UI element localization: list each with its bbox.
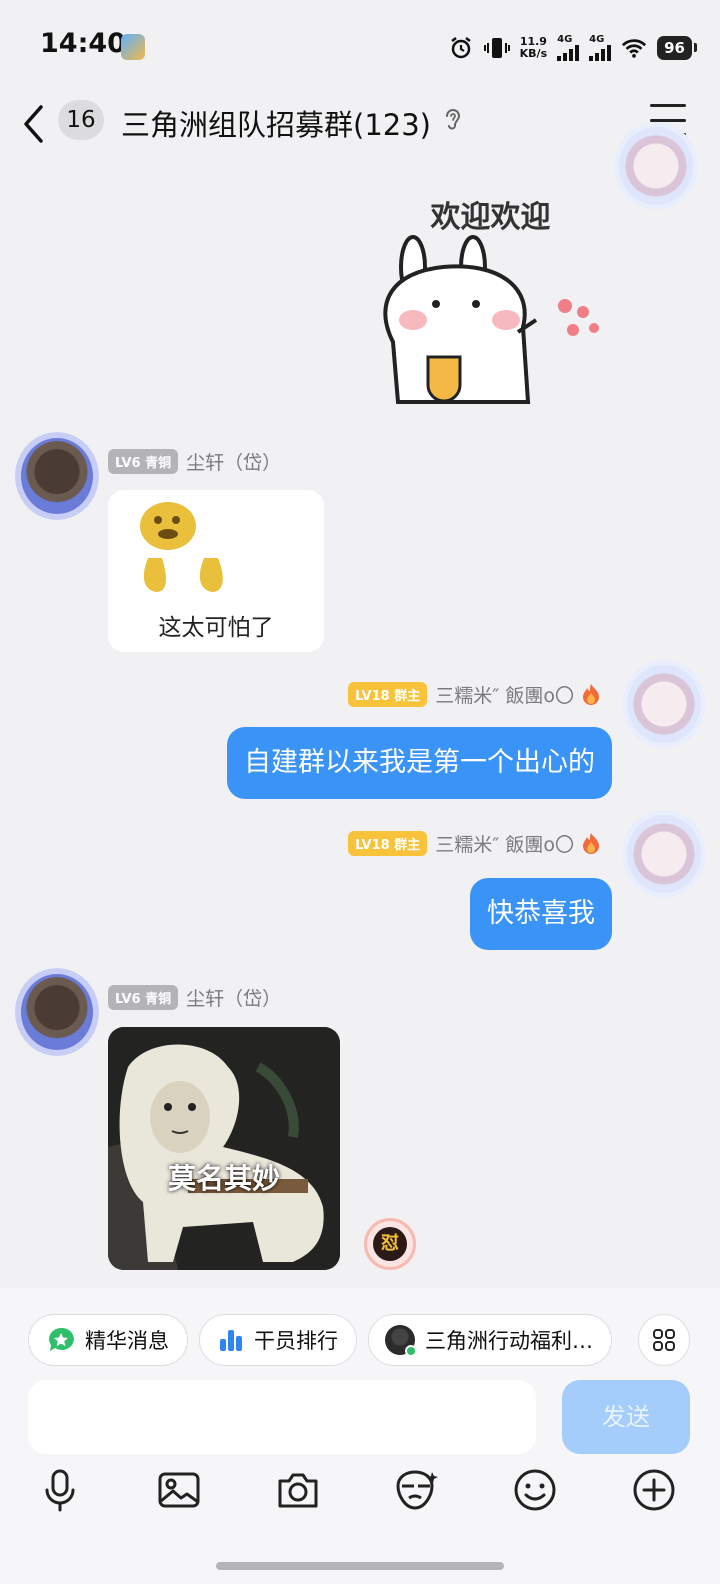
dog-photo-sticker-image <box>108 1027 340 1270</box>
message-bubble[interactable]: 自建群以来我是第一个出心的 <box>227 727 612 799</box>
sender-avatar[interactable] <box>15 968 99 1056</box>
chip-essence-messages[interactable]: 精华消息 <box>28 1314 188 1366</box>
sender-name[interactable]: 尘轩（岱） <box>186 448 281 475</box>
level-badge: LV6 青铜 <box>108 984 179 1010</box>
sticker-face-icon[interactable] <box>391 1466 439 1514</box>
grid-icon <box>653 1329 675 1351</box>
star-bubble-icon <box>49 1327 74 1351</box>
chat-title[interactable]: 三角洲组队招募群(123) <box>121 102 431 144</box>
ear-icon[interactable] <box>443 106 465 136</box>
composer-panel: 精华消息 干员排行 三角洲行动福利… 发送 <box>0 1288 720 1584</box>
chip-label: 三角洲行动福利… <box>425 1329 593 1353</box>
sticker-caption: 莫名其妙 <box>167 1162 280 1195</box>
self-avatar[interactable] <box>614 122 698 210</box>
bar-chart-icon <box>220 1330 242 1351</box>
message-meta: LV6 青铜 尘轩（岱） <box>108 983 281 1011</box>
flame-icon <box>583 684 599 705</box>
unread-count-badge[interactable]: 16 <box>58 100 104 140</box>
app-notification-icon <box>121 34 145 60</box>
wifi-icon <box>621 35 647 61</box>
sender-name[interactable]: 尘轩（岱） <box>186 984 281 1011</box>
message-input[interactable] <box>28 1380 536 1454</box>
status-icons: 11.9 KB/s 4G 4G 96 <box>448 30 697 66</box>
sim2-label: 4G <box>589 34 605 45</box>
send-button[interactable]: 发送 <box>562 1380 690 1454</box>
more-apps-button[interactable] <box>638 1314 690 1366</box>
battery-indicator: 96 <box>657 36 697 60</box>
message-meta: LV18 群主 三糯米″ 飯團o〇 <box>348 680 600 708</box>
sender-name[interactable]: 三糯米″ 飯團o〇 <box>435 681 574 708</box>
chip-operator-ranking[interactable]: 干员排行 <box>199 1314 357 1366</box>
sticker-confused[interactable]: 莫名其妙 <box>108 1027 340 1270</box>
self-avatar[interactable] <box>622 660 706 748</box>
owner-badge: LV18 群主 <box>348 830 428 856</box>
status-bar: 14:40 11.9 KB/s 4G 4G 96 <box>0 0 720 96</box>
owner-badge: LV18 群主 <box>348 681 428 707</box>
chip-delta-welfare[interactable]: 三角洲行动福利… <box>368 1314 612 1366</box>
sticker-caption: 这太可怕了 <box>158 615 274 641</box>
chat-header: 16 三角洲组队招募群(123) <box>0 96 720 154</box>
sender-name[interactable]: 三糯米″ 飯團o〇 <box>435 830 574 857</box>
camera-icon[interactable] <box>274 1466 322 1514</box>
flame-icon <box>583 833 599 854</box>
sim2-signal: 4G <box>589 34 612 61</box>
sticker-scared[interactable]: 这太可怕了 <box>108 490 324 652</box>
message-meta: LV18 群主 三糯米″ 飯團o〇 <box>348 829 600 857</box>
chip-label: 精华消息 <box>85 1329 169 1353</box>
message-bubble[interactable]: 快恭喜我 <box>470 878 612 950</box>
sim1-label: 4G <box>557 34 573 45</box>
plus-icon[interactable] <box>630 1466 678 1514</box>
sender-avatar[interactable] <box>15 432 99 520</box>
quick-action-bar: 精华消息 干员排行 三角洲行动福利… <box>28 1314 612 1366</box>
self-avatar[interactable] <box>622 810 706 898</box>
menu-line <box>650 104 686 107</box>
status-time: 14:40 <box>40 28 126 59</box>
reaction-label: 怼 <box>373 1227 407 1261</box>
bunny-sticker-image <box>383 235 599 404</box>
sim1-signal: 4G <box>557 34 580 61</box>
sticker-welcome[interactable]: 欢迎欢迎 <box>368 182 613 404</box>
chevron-left-icon <box>24 105 43 143</box>
input-toolbar <box>0 1466 720 1522</box>
image-icon[interactable] <box>155 1466 203 1514</box>
level-badge: LV6 青铜 <box>108 448 179 474</box>
back-button[interactable] <box>22 102 52 146</box>
home-indicator[interactable] <box>216 1562 504 1570</box>
reaction-badge[interactable]: 怼 <box>364 1218 416 1270</box>
vibrate-icon <box>483 35 510 61</box>
game-avatar-icon <box>385 1325 417 1357</box>
network-speed-unit: KB/s <box>519 47 548 60</box>
message-meta: LV6 青铜 尘轩（岱） <box>108 447 281 475</box>
alarm-icon <box>448 35 474 61</box>
chip-label: 干员排行 <box>254 1329 338 1353</box>
smiley-icon[interactable] <box>511 1466 559 1514</box>
microphone-icon[interactable] <box>36 1466 84 1514</box>
network-speed: 11.9 KB/s <box>520 36 547 60</box>
